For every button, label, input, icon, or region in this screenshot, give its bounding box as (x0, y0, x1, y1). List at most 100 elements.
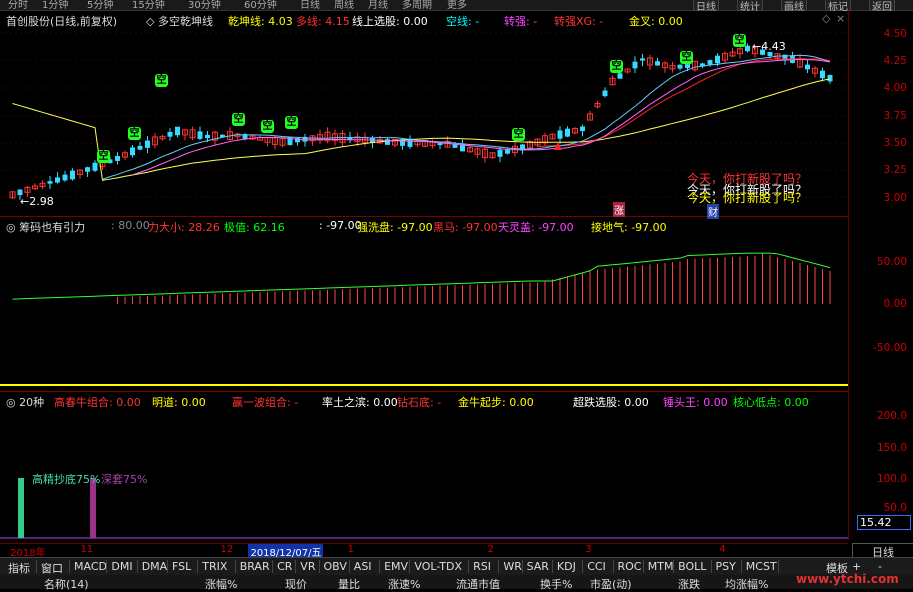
candle-body (715, 55, 720, 64)
indicator-tab-5[interactable]: FSL (172, 560, 191, 573)
candle-body (557, 130, 563, 139)
candle-body (707, 60, 713, 65)
indicator-tab-21[interactable]: BOLL (678, 560, 706, 573)
indicator-tab-22[interactable]: PSY (716, 560, 736, 573)
yMain-tick-2: 4.00 (883, 82, 907, 94)
indicator-tab-19[interactable]: ROC (618, 560, 642, 573)
date-label-7: 4 (719, 544, 726, 555)
indicator-tab-16[interactable]: SAR (527, 560, 549, 573)
candle-body (85, 167, 90, 172)
tab-separator-12 (409, 560, 411, 573)
y2-tick-2: -50.00 (873, 342, 907, 354)
indicator-tab-18[interactable]: CCI (587, 560, 606, 573)
candle-body (130, 147, 135, 156)
tab-separator-11 (379, 560, 381, 573)
candle-body (167, 131, 173, 137)
indicator-tab-15[interactable]: WR (503, 560, 522, 573)
indicator-tab-14[interactable]: RSI (473, 560, 491, 573)
force-histogram (117, 253, 831, 304)
p2hdr-item-2: 力大小: 28.26 (148, 221, 220, 234)
p3hdr-item-6: 金牛起步: 0.00 (458, 396, 534, 409)
candle-body (827, 75, 833, 82)
y2-tick-0: 50.00 (876, 256, 907, 268)
indicator-tab-17[interactable]: KDJ (557, 560, 576, 573)
zhang-badge[interactable]: 涨 (613, 202, 625, 217)
yMain-tick-0: 4.50 (883, 28, 907, 40)
tab-separator-10 (348, 560, 350, 573)
column-header-9[interactable]: 均涨幅% (725, 576, 768, 592)
indicator-tab-20[interactable]: MTM (648, 560, 674, 573)
tab-separator-9 (318, 560, 320, 573)
indicator-tab-7[interactable]: BRAR (240, 560, 270, 573)
column-header-1[interactable]: 涨幅% (205, 576, 237, 592)
indicator-tab-0[interactable]: 指标 (8, 560, 30, 576)
tab-separator-16 (551, 560, 553, 573)
extreme-value-line (12, 252, 831, 300)
pane2-header: ◎ 筹码也有引力: 80.00 力大小: 28.26 极值: 62.16: -97.… (0, 217, 848, 234)
candle-body (55, 177, 60, 183)
column-header-0[interactable]: 名称(14) (44, 576, 89, 592)
tab-separator-3 (136, 560, 138, 573)
p2hdr-item-3: 极值: 62.16 (224, 221, 285, 234)
indicator-tab-12[interactable]: EMV (384, 560, 408, 573)
column-header-7[interactable]: 市盈(动) (590, 576, 632, 592)
candle-body (632, 61, 638, 69)
tab-separator-6 (234, 560, 236, 573)
indicator-tab-9[interactable]: VR (300, 560, 315, 573)
candle-body (805, 64, 810, 70)
candle-body (70, 170, 75, 180)
p3hdr-item-5: 钻石底: - (397, 396, 442, 409)
tab-separator-1 (69, 560, 70, 573)
indicator-tab-2[interactable]: MACD (74, 560, 107, 573)
indicator-tab-23[interactable]: MCST (746, 560, 777, 573)
date-label-5: 2 (487, 544, 494, 555)
flag-marker-5: 空 (285, 116, 298, 129)
high-price-label: ←4.43 (752, 40, 786, 53)
candle-body (617, 73, 623, 79)
tab-separator-7 (272, 560, 274, 573)
signal-bar-bottom (18, 478, 24, 538)
indicator-tab-3[interactable]: DMI (111, 560, 132, 573)
column-header-8[interactable]: 涨跌 (678, 576, 700, 592)
current-value-box: 15.42 (857, 515, 911, 530)
yMain-tick-3: 3.75 (883, 110, 907, 122)
indicator-tab-13[interactable]: VOL-TDX (414, 560, 462, 573)
column-header-6[interactable]: 换手% (540, 576, 572, 592)
p2hdr-item-0: ◎ 筹码也有引力 (6, 221, 86, 234)
tab-separator-14 (498, 560, 500, 573)
chart-canvas[interactable] (0, 0, 913, 589)
quote-column-header: 名称(14) 涨幅% 现价 量比 涨速% 流通市值 换手% 市盈(动) 涨跌 均涨幅% (0, 575, 913, 592)
yMain-tick-5: 3.25 (883, 164, 907, 176)
candle-body (655, 61, 660, 66)
p3hdr-item-4: 率土之滨: 0.00 (322, 396, 398, 409)
indicator-tab-11[interactable]: ASI (354, 560, 372, 573)
tab-separator-15 (521, 560, 523, 573)
low-price-label: ←2.98 (20, 195, 54, 208)
period-selector[interactable]: 日线 (852, 543, 913, 559)
indicator-tab-6[interactable]: TRIX (202, 560, 227, 573)
candle-body (205, 134, 210, 139)
y3-tick-3: 50.0 (883, 502, 907, 514)
date-axis: 2018年 11 12 2018/12/07/五 1 2 3 4 (0, 543, 848, 559)
indicator-tab-1[interactable]: 窗口 (41, 560, 63, 576)
candle-body (580, 126, 585, 132)
indicator-tab-8[interactable]: CR (277, 560, 292, 573)
y2-tick-1: 0.00 (883, 298, 907, 310)
column-header-3[interactable]: 量比 (338, 576, 360, 592)
column-header-2[interactable]: 现价 (285, 576, 307, 592)
candle-body (640, 58, 645, 61)
flag-marker-6: 空 (512, 128, 525, 141)
pane3-label-1: 深套75% (101, 473, 148, 486)
indicator-tab-10[interactable]: OBV (324, 560, 347, 573)
tab-separator-13 (468, 560, 470, 573)
indicator-tab-bar: 指标 窗口 MACD DMI DMA FSL TRIX BRAR CR VR OBV ASI EMV VO… (0, 557, 913, 575)
candle-body (47, 181, 53, 184)
flag-marker-7: 空 (610, 60, 623, 73)
p3hdr-item-8: 锤头王: 0.00 (663, 396, 728, 409)
tab-separator-19 (642, 560, 644, 573)
tab-separator-22 (740, 560, 742, 573)
indicator-tab-4[interactable]: DMA (142, 560, 168, 573)
column-header-5[interactable]: 流通市值 (456, 576, 500, 592)
column-header-4[interactable]: 涨速% (388, 576, 420, 592)
candle-body (497, 149, 503, 157)
